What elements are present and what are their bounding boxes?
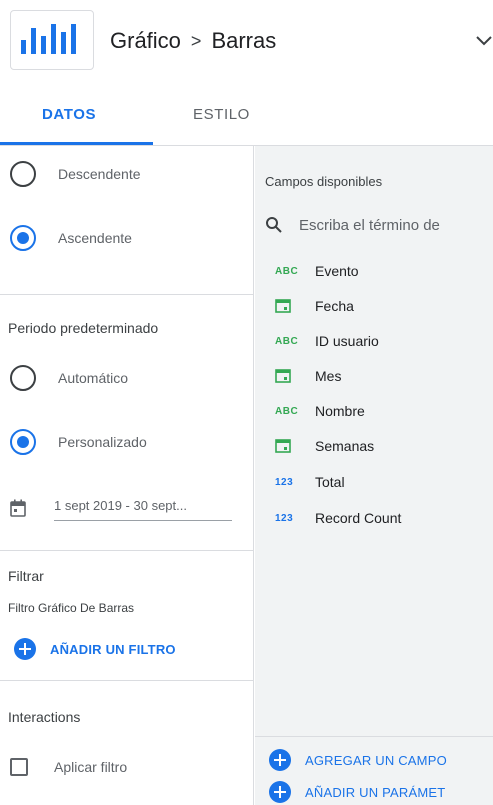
add-filter-label: AÑADIR UN FILTRO	[50, 641, 176, 657]
add-filter-button[interactable]: AÑADIR UN FILTRO	[14, 638, 176, 660]
field-label: Evento	[315, 263, 359, 279]
date-range-picker[interactable]: 1 sept 2019 - 30 sept...	[10, 495, 232, 521]
radio-label: Ascendente	[58, 230, 132, 246]
field-label: Record Count	[315, 510, 402, 526]
calendar-icon	[275, 439, 291, 453]
radio-descendente[interactable]: Descendente	[0, 154, 141, 194]
apply-filter-checkbox-row[interactable]: Aplicar filtro	[10, 758, 127, 776]
field-label: Total	[315, 474, 345, 490]
field-item-total[interactable]: 123 Total	[275, 472, 345, 492]
radio-personalizado[interactable]: Personalizado	[0, 422, 147, 462]
breadcrumb-separator: >	[190, 30, 202, 51]
tab-bar: DATOS ESTILO	[0, 88, 493, 146]
field-item-id-usuario[interactable]: ABC ID usuario	[275, 331, 379, 351]
breadcrumb-parent: Gráfico	[110, 28, 181, 53]
field-item-mes[interactable]: Mes	[275, 366, 341, 386]
field-item-fecha[interactable]: Fecha	[275, 296, 354, 316]
divider	[0, 550, 254, 551]
apply-filter-checkbox[interactable]	[10, 758, 28, 776]
text-type-icon: ABC	[275, 265, 299, 277]
breadcrumb-current: Barras	[211, 28, 277, 53]
text-type-icon: ABC	[275, 405, 299, 417]
field-label: Nombre	[315, 403, 365, 419]
radio-ascendente[interactable]: Ascendente	[0, 218, 132, 258]
filter-subtitle: Filtro Gráfico De Barras	[8, 601, 135, 615]
radio-automatico[interactable]: Automático	[0, 358, 128, 398]
filter-title: Filtrar	[8, 568, 44, 584]
chart-type-thumbnail[interactable]	[10, 10, 94, 70]
field-item-evento[interactable]: ABC Evento	[275, 261, 359, 281]
active-tab-indicator	[0, 142, 153, 145]
field-item-nombre[interactable]: ABC Nombre	[275, 401, 365, 421]
radio-label: Descendente	[58, 166, 141, 182]
radio-button[interactable]	[10, 365, 36, 391]
divider	[0, 680, 254, 681]
available-fields-panel: Campos disponibles Escriba el término de…	[255, 146, 493, 805]
field-item-semanas[interactable]: Semanas	[275, 436, 374, 456]
number-type-icon: 123	[275, 512, 294, 524]
add-circle-icon	[14, 638, 36, 660]
add-circle-icon	[269, 781, 291, 803]
add-parameter-button[interactable]: AÑADIR UN PARÁMET	[269, 781, 445, 803]
radio-label: Personalizado	[58, 434, 147, 450]
radio-button[interactable]	[10, 161, 36, 187]
add-field-button[interactable]: AGREGAR UN CAMPO	[269, 749, 447, 771]
field-label: Mes	[315, 368, 342, 384]
available-fields-title: Campos disponibles	[265, 174, 383, 189]
field-label: Fecha	[315, 298, 354, 314]
radio-button[interactable]	[10, 429, 36, 455]
text-type-icon: ABC	[275, 335, 299, 347]
date-range-title: Periodo predeterminado	[8, 320, 159, 336]
field-label: ID usuario	[315, 333, 379, 349]
chevron-down-icon[interactable]	[474, 30, 493, 50]
fields-bottom-bar: AGREGAR UN CAMPO AÑADIR UN PARÁMET	[255, 736, 493, 805]
add-field-label: AGREGAR UN CAMPO	[305, 752, 447, 768]
interactions-title: Interactions	[8, 709, 81, 725]
radio-label: Automático	[58, 370, 129, 386]
number-type-icon: 123	[275, 476, 294, 488]
search-icon	[266, 217, 282, 233]
add-parameter-label: AÑADIR UN PARÁMET	[305, 784, 446, 800]
tab-estilo[interactable]: ESTILO	[193, 106, 250, 123]
calendar-icon	[275, 369, 291, 383]
tab-datos[interactable]: DATOS	[42, 106, 96, 123]
search-input[interactable]: Escriba el término de	[299, 217, 440, 234]
field-item-record-count[interactable]: 123 Record Count	[275, 508, 401, 528]
calendar-icon	[10, 499, 26, 517]
divider	[0, 294, 254, 295]
data-settings-panel: Descendente Ascendente Periodo predeterm…	[0, 146, 254, 805]
field-label: Semanas	[315, 438, 375, 454]
field-search[interactable]: Escriba el término de	[265, 216, 493, 234]
date-range-value[interactable]: 1 sept 2019 - 30 sept...	[54, 495, 232, 521]
apply-filter-label: Aplicar filtro	[54, 759, 128, 775]
panel-header: Gráfico > Barras	[0, 0, 493, 88]
add-circle-icon	[269, 749, 291, 771]
calendar-icon	[275, 299, 291, 313]
breadcrumb: Gráfico > Barras	[110, 28, 276, 54]
radio-button[interactable]	[10, 225, 36, 251]
